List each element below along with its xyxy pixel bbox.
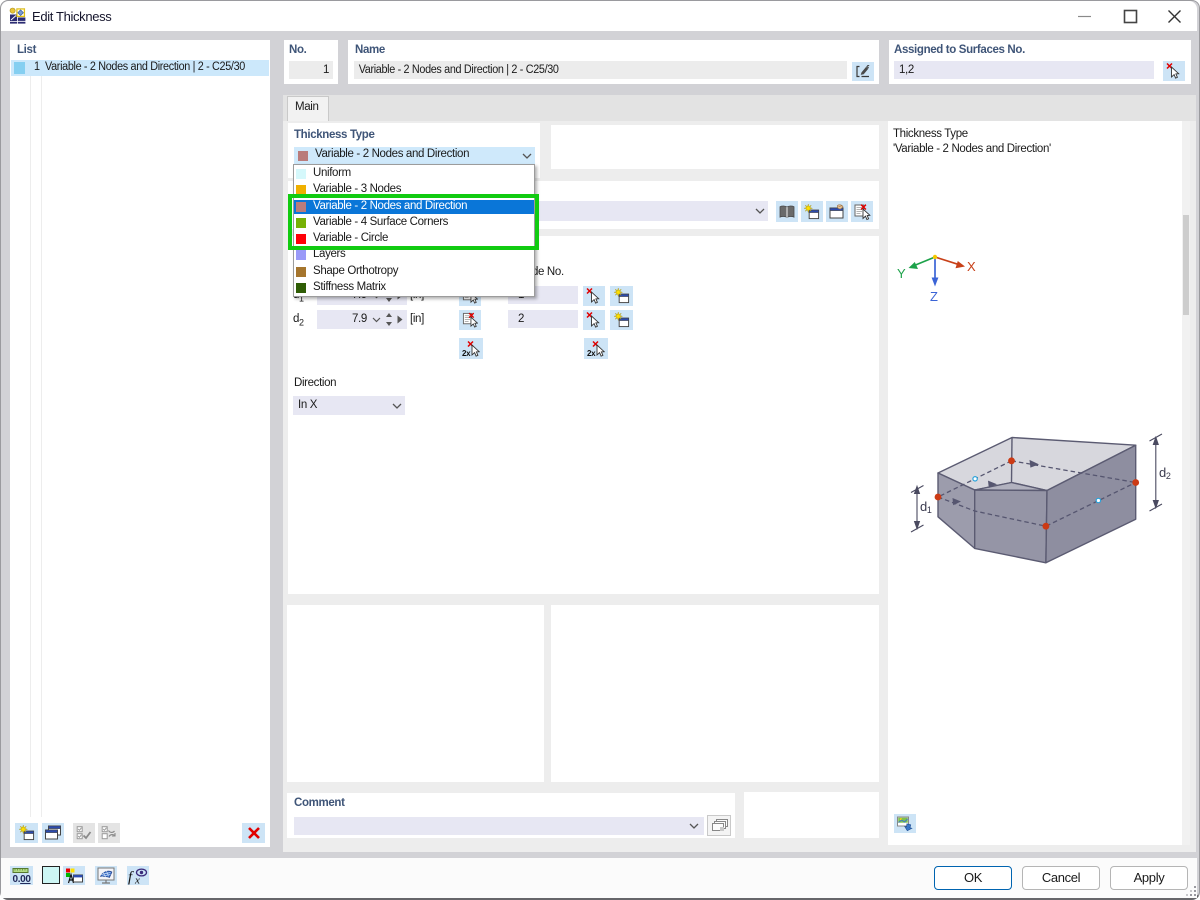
svg-text:f: f [128, 869, 134, 884]
svg-text:Y: Y [897, 266, 906, 281]
svg-text:d2: d2 [1159, 465, 1171, 481]
svg-text:0.00: 0.00 [12, 874, 31, 884]
svg-text:2x: 2x [587, 349, 596, 358]
svg-text:d1: d1 [920, 499, 932, 515]
svg-text:Z: Z [930, 289, 938, 304]
svg-text:X: X [967, 259, 976, 274]
svg-text:2x: 2x [462, 349, 471, 358]
